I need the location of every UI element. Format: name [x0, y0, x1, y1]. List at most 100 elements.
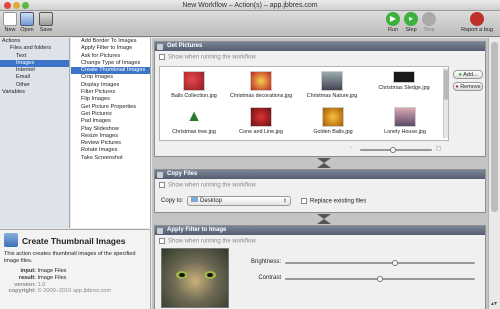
- library-item-email[interactable]: Email: [0, 74, 69, 81]
- action-item[interactable]: Filter Pictures: [71, 89, 150, 96]
- action-item-selected[interactable]: Create Thumbnail Images: [71, 67, 150, 75]
- action-item[interactable]: Change Type of Images: [71, 60, 150, 67]
- contrast-knob[interactable]: [377, 276, 383, 282]
- scroll-arrows-icon[interactable]: ▴▾: [491, 300, 497, 307]
- file-item[interactable]: Lonely House.jpg: [378, 107, 432, 135]
- panel-title: Apply Filter to Image: [167, 227, 227, 233]
- slider-knob[interactable]: [390, 147, 396, 153]
- save-button[interactable]: Save: [39, 12, 53, 34]
- disclosure-icon[interactable]: [157, 227, 163, 234]
- replace-existing-checkbox[interactable]: [301, 198, 307, 204]
- action-item[interactable]: Flip Images: [71, 96, 150, 103]
- run-button[interactable]: ▶ Run: [386, 12, 400, 34]
- library-item-other[interactable]: Other: [0, 82, 69, 89]
- input-label: input:: [20, 268, 36, 274]
- action-item[interactable]: Play Slideshow: [71, 126, 150, 133]
- save-label: Save: [39, 27, 53, 33]
- library-panel: Actions Files and folders Text Images In…: [0, 38, 70, 228]
- action-item[interactable]: Display Images: [71, 82, 150, 89]
- stop-button[interactable]: Stop: [422, 12, 436, 34]
- report-bug-button[interactable]: Report a bug: [458, 12, 496, 34]
- open-folder-icon: [20, 12, 34, 26]
- file-item[interactable]: Christmas Nature.jpg: [302, 71, 362, 99]
- title-bar: New Workflow – Action(s) – app.jbbres.co…: [0, 0, 500, 11]
- library-item-internet[interactable]: Internet: [0, 67, 69, 74]
- remove-button[interactable]: ● Remove: [453, 82, 483, 91]
- zoom-window-icon[interactable]: [22, 2, 29, 9]
- copy-files-panel: Copy Files Show when running the workflo…: [154, 169, 486, 213]
- scroll-thumb[interactable]: [491, 42, 498, 212]
- small-zoom-icon: ▫: [350, 145, 352, 151]
- scroll-thumb[interactable]: [444, 70, 448, 100]
- run-icon: ▶: [386, 12, 400, 26]
- action-item[interactable]: Get Pictures: [71, 111, 150, 118]
- file-item[interactable]: Christmas Sledge.jpg: [372, 71, 436, 91]
- thumbnail-size-slider[interactable]: [360, 147, 432, 153]
- workflow-scrollbar[interactable]: ▴▾: [488, 38, 500, 309]
- library-item-variables[interactable]: Variables: [0, 89, 69, 96]
- file-item[interactable]: ▲ Christmas tree.jpg: [170, 107, 218, 135]
- library-item-files-and-folders[interactable]: Files and folders: [0, 45, 69, 52]
- thumbnail: [393, 71, 415, 83]
- filter-preview-image: [161, 248, 229, 308]
- preview-eye-right: [204, 271, 216, 279]
- show-when-running-checkbox[interactable]: [159, 54, 165, 60]
- thumbnail: [183, 71, 205, 91]
- action-item[interactable]: Take Screenshot: [71, 155, 150, 162]
- action-item[interactable]: Crop Images: [71, 74, 150, 81]
- new-button[interactable]: New: [3, 12, 17, 34]
- new-label: New: [4, 27, 16, 33]
- open-button[interactable]: Open: [20, 12, 34, 34]
- add-button[interactable]: ● Add...: [453, 70, 483, 79]
- connector-arrow: [317, 219, 331, 224]
- panel-title: Get Pictures: [167, 43, 203, 49]
- brightness-knob[interactable]: [391, 260, 398, 266]
- bug-icon: [470, 12, 484, 26]
- library-item-text[interactable]: Text: [0, 53, 69, 60]
- minus-icon: ●: [455, 84, 459, 90]
- preview-eye-left: [176, 271, 188, 279]
- close-window-icon[interactable]: [4, 2, 11, 9]
- file-item[interactable]: Balls Collection.jpg: [170, 71, 218, 99]
- minimize-window-icon[interactable]: [13, 2, 20, 9]
- file-item[interactable]: Cone and Line.jpg: [234, 107, 288, 135]
- show-when-running-label: Show when running the workflow: [168, 182, 256, 189]
- show-when-running-label: Show when running the workflow: [168, 238, 256, 245]
- file-item[interactable]: Golden Balls.jpg: [308, 107, 358, 135]
- thumbnail: [322, 107, 344, 127]
- file-item[interactable]: Christmas decorations.jpg: [228, 71, 294, 99]
- action-item[interactable]: Ask for Pictures: [71, 53, 150, 60]
- library-item-images[interactable]: Images: [0, 59, 69, 68]
- brightness-slider[interactable]: [285, 260, 475, 266]
- stop-label: Stop: [423, 27, 435, 33]
- step-icon: ▸: [404, 12, 418, 26]
- destination-popup[interactable]: Desktop ⇕: [187, 196, 291, 206]
- thumbnail: [250, 107, 272, 127]
- open-label: Open: [20, 27, 34, 33]
- apply-filter-header: Apply Filter to Image: [155, 226, 485, 235]
- apply-filter-panel: Apply Filter to Image Show when running …: [154, 225, 486, 309]
- brightness-label: Brightness:: [250, 259, 281, 265]
- action-item[interactable]: Apply Filter to Image: [71, 45, 150, 52]
- copy-files-header: Copy Files: [155, 170, 485, 179]
- show-when-running-label: Show when running the workflow: [168, 54, 256, 61]
- action-item[interactable]: Add Border To Images: [71, 38, 150, 45]
- thumbnail: [321, 71, 343, 91]
- show-when-running-checkbox[interactable]: [159, 182, 165, 188]
- file-grid-scrollbar[interactable]: [443, 68, 448, 138]
- new-document-icon: [3, 12, 17, 26]
- info-description: This action creates thumbnail images of …: [4, 251, 136, 264]
- disclosure-icon[interactable]: [157, 43, 163, 50]
- file-grid[interactable]: Balls Collection.jpg Christmas decoratio…: [159, 66, 449, 141]
- step-button[interactable]: ▸ Step: [404, 12, 418, 34]
- action-item[interactable]: Resize Images: [71, 133, 150, 140]
- show-when-running-checkbox[interactable]: [159, 238, 165, 244]
- disclosure-icon[interactable]: [157, 171, 163, 178]
- action-item[interactable]: Get Picture Properties: [71, 104, 150, 111]
- action-item[interactable]: Rotate Images: [71, 147, 150, 154]
- contrast-slider[interactable]: [285, 276, 475, 282]
- action-item[interactable]: Review Pictures: [71, 140, 150, 147]
- library-item-actions[interactable]: Actions: [0, 38, 69, 45]
- replace-existing-label: Replace existing files: [310, 198, 367, 205]
- action-item[interactable]: Pad Images: [71, 118, 150, 125]
